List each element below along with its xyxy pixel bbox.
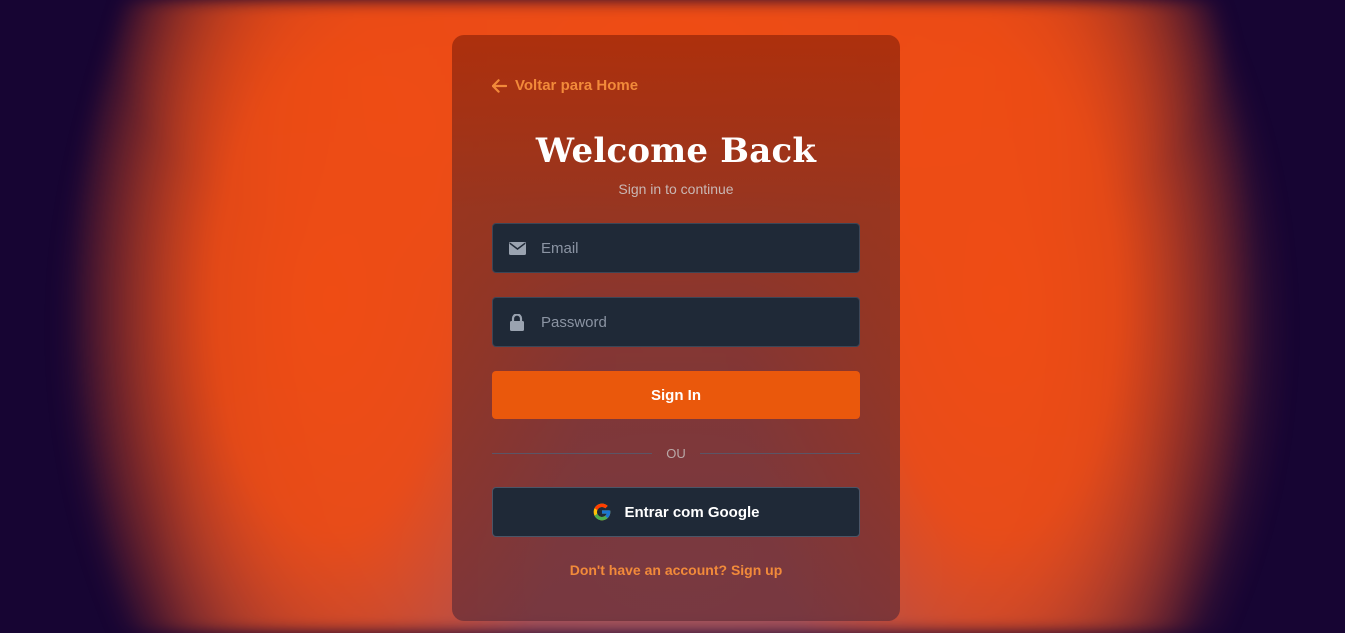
divider-text: OU (666, 445, 686, 461)
divider-line-left (492, 452, 653, 454)
sign-up-link[interactable]: Don't have an account? Sign up (452, 562, 900, 578)
google-icon (594, 503, 611, 521)
page-title: Welcome Back (535, 131, 817, 171)
back-home-label: Voltar para Home (515, 77, 639, 94)
email-field[interactable] (492, 223, 860, 273)
envelope-icon (493, 241, 541, 255)
email-input[interactable] (541, 224, 859, 272)
back-home-link[interactable]: Voltar para Home (492, 77, 638, 94)
lock-icon (493, 313, 541, 331)
sign-in-button[interactable]: Sign In (492, 371, 860, 419)
or-divider: OU (492, 443, 860, 463)
password-field[interactable] (492, 297, 860, 347)
google-button-label: Entrar com Google (624, 503, 760, 521)
divider-line-right (699, 452, 860, 454)
login-card: Voltar para Home Welcome Back Sign in to… (452, 35, 900, 621)
arrow-left-icon (492, 78, 507, 93)
google-sign-in-button[interactable]: Entrar com Google (492, 487, 860, 537)
page-subtitle: Sign in to continue (618, 181, 734, 197)
password-input[interactable] (541, 298, 859, 346)
